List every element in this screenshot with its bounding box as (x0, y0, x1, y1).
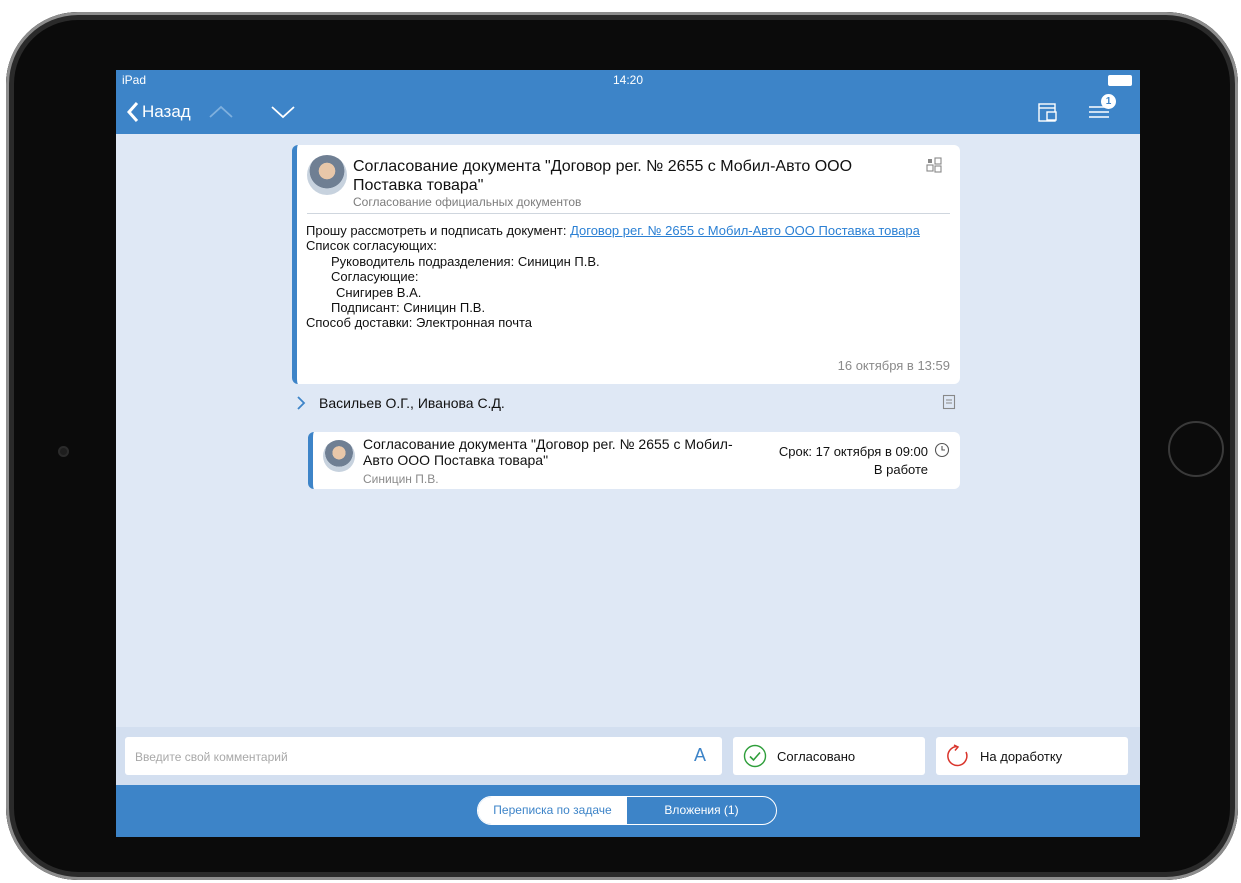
chevron-up-icon[interactable] (208, 100, 234, 124)
approvers-label: Согласующие: (331, 269, 419, 285)
approver-name: Снигирев В.А. (336, 284, 422, 300)
chevron-left-icon (126, 102, 139, 122)
comment-input[interactable]: Введите свой комментарий A (125, 737, 722, 775)
app-screen: iPad 14:20 Назад 1 Согласование документ… (116, 70, 1140, 837)
chevron-down-icon[interactable] (270, 100, 296, 124)
participants-names: Васильев О.Г., Иванова С.Д. (319, 395, 505, 411)
home-button[interactable] (1168, 421, 1224, 477)
clock-time: 14:20 (612, 73, 644, 87)
bottom-tab-bar: Переписка по задаче Вложения (1) (116, 785, 1140, 837)
calendar-icon[interactable] (1036, 100, 1060, 124)
approve-button[interactable]: Согласовано (733, 737, 925, 775)
clock-icon (934, 442, 950, 458)
task-title: Согласование документа "Договор рег. № 2… (353, 158, 853, 194)
approve-label: Согласовано (777, 749, 856, 764)
divider (307, 213, 950, 214)
rework-button[interactable]: На доработку (936, 737, 1128, 775)
document-link[interactable]: Договор рег. № 2655 с Мобил-Авто ООО Пос… (570, 223, 920, 238)
avatar (307, 155, 347, 195)
notification-badge: 1 (1101, 94, 1116, 109)
subtask-status: В работе (873, 462, 928, 477)
approvers-heading: Список согласующих: (306, 238, 437, 254)
tab-attachments[interactable]: Вложения (1) (627, 797, 776, 824)
participants-row[interactable]: Васильев О.Г., Иванова С.Д. (296, 393, 956, 413)
head-line: Руководитель подразделения: Синицин П.В. (331, 253, 600, 269)
back-label: Назад (142, 102, 191, 121)
battery-icon (1108, 75, 1132, 86)
comment-placeholder: Введите свой комментарий (135, 750, 288, 764)
subtask-title: Согласование документа "Договор рег. № 2… (363, 436, 733, 468)
task-message-card: Согласование документа "Договор рег. № 2… (292, 145, 960, 384)
chevron-right-icon (297, 396, 306, 410)
action-bar: Введите свой комментарий A Согласовано Н… (116, 727, 1140, 785)
request-text: Прошу рассмотреть и подписать документ: (306, 223, 571, 238)
hierarchy-icon[interactable] (926, 157, 942, 173)
message-date: 16 октября в 13:59 (837, 358, 950, 373)
undo-circle-icon (947, 744, 968, 767)
task-category: Согласование официальных документов (353, 195, 582, 209)
subtask-deadline: Срок: 17 октября в 09:00 (778, 444, 928, 459)
task-description: Прошу рассмотреть и подписать документ: … (306, 223, 946, 331)
document-icon[interactable] (942, 394, 956, 410)
text-format-icon[interactable]: A (694, 745, 706, 766)
segmented-control: Переписка по задаче Вложения (1) (477, 796, 777, 825)
navigation-bar: Назад 1 (116, 90, 1140, 134)
back-button[interactable]: Назад (126, 97, 191, 127)
tab-task-correspondence[interactable]: Переписка по задаче (478, 797, 627, 824)
avatar (323, 440, 355, 472)
signer-line: Подписант: Синицин П.В. (331, 300, 486, 316)
request-line: Прошу рассмотреть и подписать документ: … (306, 223, 946, 238)
rework-label: На доработку (980, 749, 1063, 764)
subtask-card[interactable]: Согласование документа "Договор рег. № 2… (308, 432, 960, 489)
camera (58, 446, 69, 457)
delivery-line: Способ доставки: Электронная почта (306, 315, 533, 331)
subtask-author: Синицин П.В. (363, 472, 439, 486)
check-circle-icon (743, 744, 767, 768)
status-bar: iPad 14:20 (116, 70, 1140, 90)
